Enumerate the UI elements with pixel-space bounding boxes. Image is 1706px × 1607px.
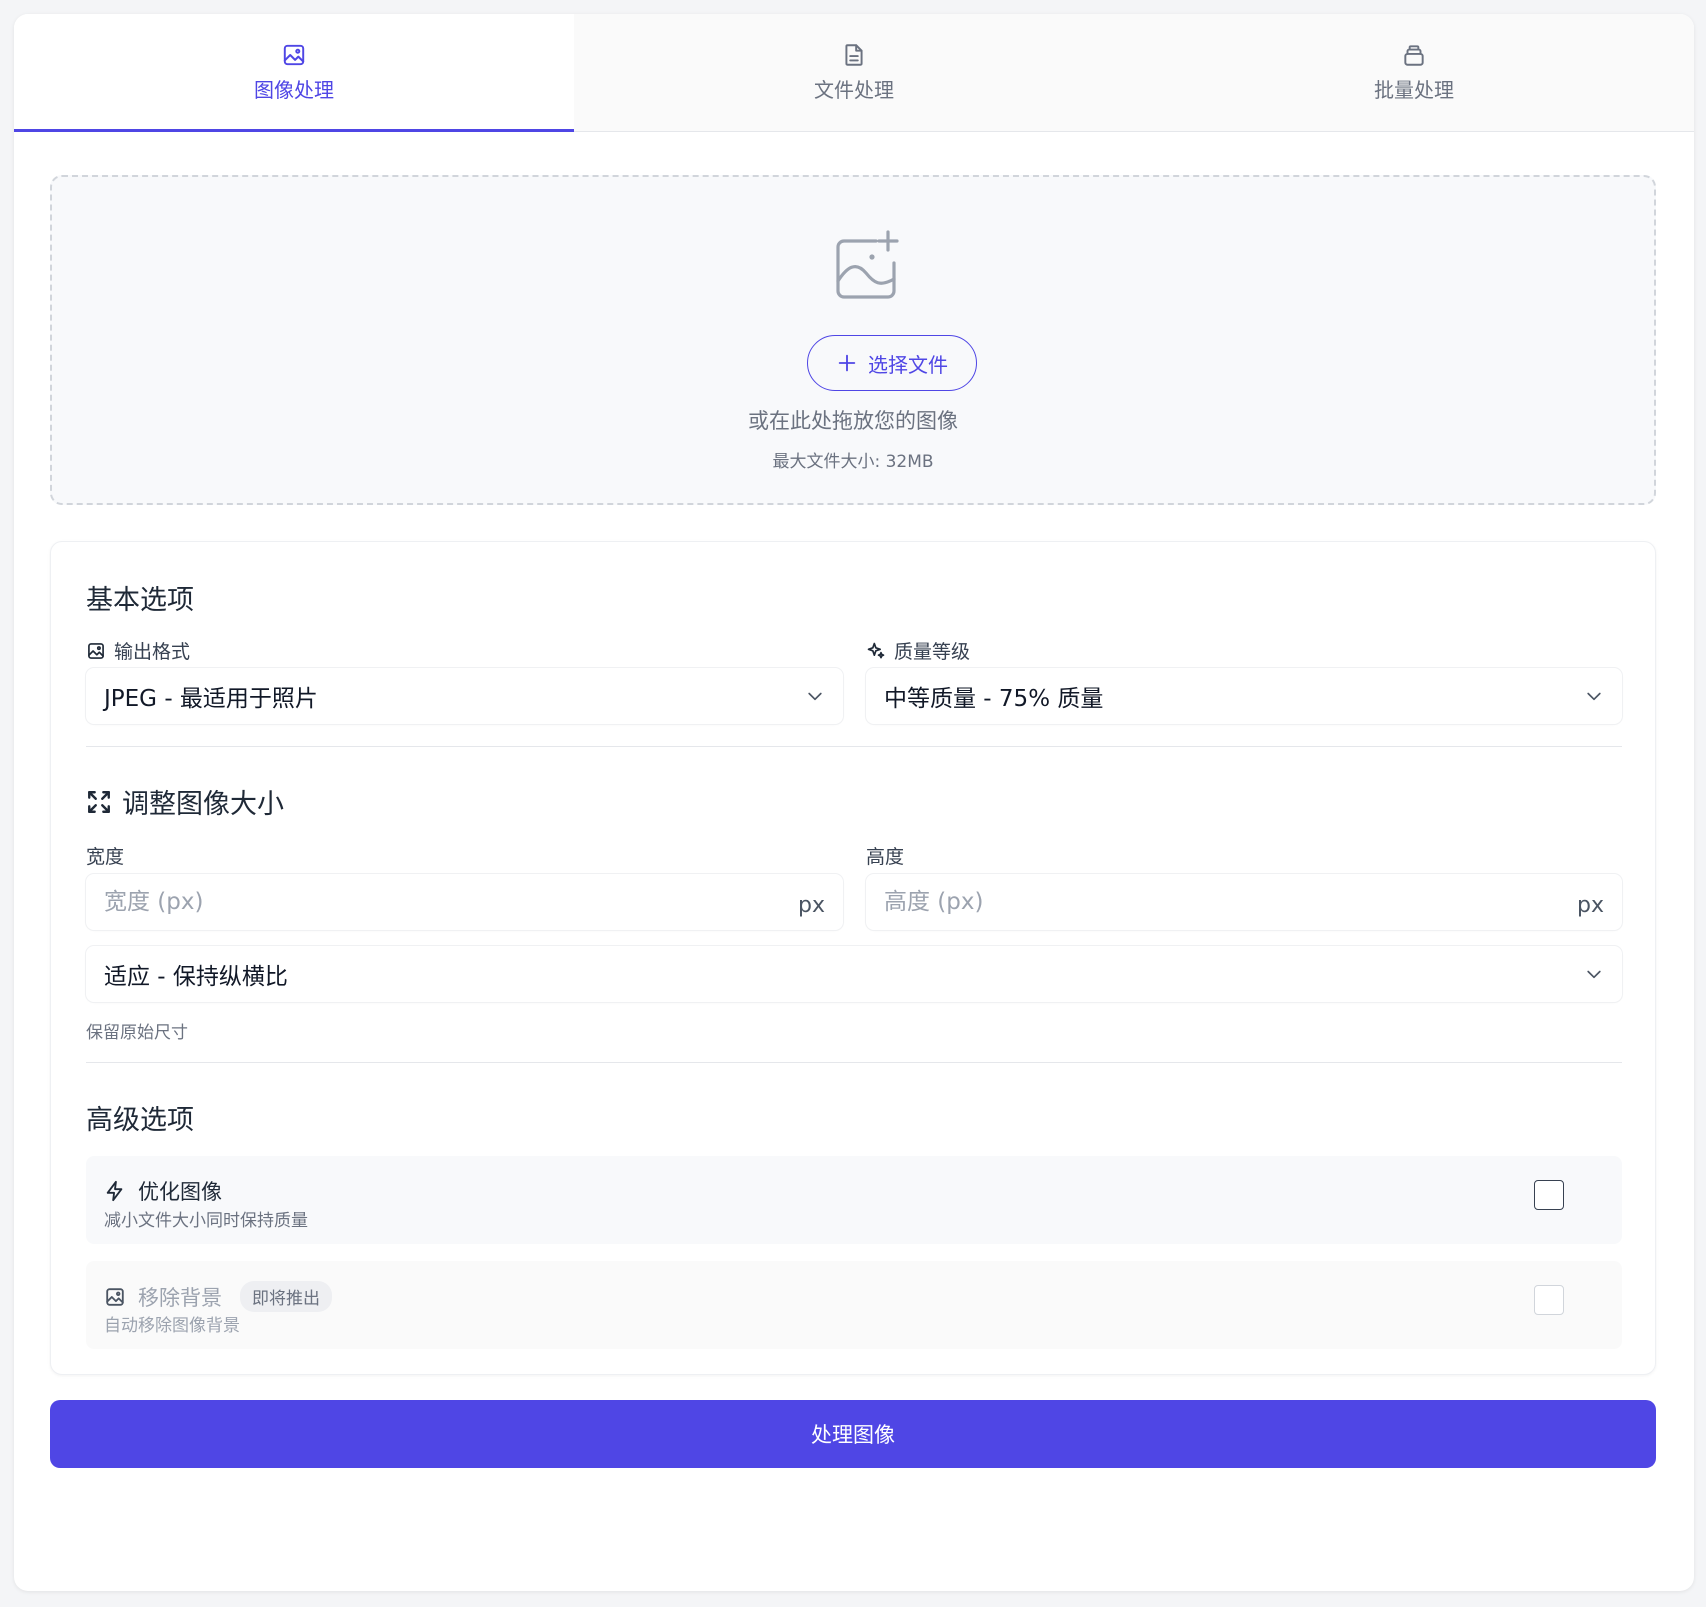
resize-title-text: 调整图像大小 (122, 789, 284, 820)
width-field[interactable]: px (86, 874, 843, 930)
divider (86, 746, 1622, 747)
quality-level-label: 质量等级 (866, 637, 970, 664)
tab-label: 批量处理 (1374, 78, 1454, 102)
option-title: 优化图像 (104, 1176, 222, 1206)
image-icon (88, 642, 104, 659)
resize-title: 调整图像大小 (86, 782, 284, 821)
drop-hint: 或在此处拖放您的图像 (748, 409, 958, 433)
height-label: 高度 (866, 846, 905, 868)
plus-icon (838, 354, 856, 372)
basic-options-title: 基本选项 (86, 585, 194, 616)
width-label: 宽度 (86, 846, 125, 868)
option-title: 移除背景 即将推出 (104, 1281, 332, 1312)
stack-icon (1404, 45, 1424, 66)
height-unit: px (1577, 892, 1604, 918)
height-input[interactable] (884, 889, 1578, 915)
lightning-icon (106, 1180, 123, 1202)
quality-level-value: 中等质量 - 75% 质量 (884, 686, 1104, 712)
resize-hint: 保留原始尺寸 (86, 1023, 188, 1043)
choose-file-button[interactable]: 选择文件 (807, 335, 977, 391)
tab-bar: 图像处理 文件处理 批量处理 (14, 14, 1694, 132)
process-image-button[interactable]: 处理图像 (50, 1400, 1656, 1468)
output-format-label: 输出格式 (86, 637, 190, 664)
coming-soon-badge: 即将推出 (240, 1281, 332, 1312)
max-file-size: 最大文件大小: 32MB (772, 452, 934, 472)
options-panel: 基本选项 输出格式 JPEG - 最适用于照片 质量等级 中等质量 - 75% … (50, 541, 1656, 1375)
sparkle-icon (867, 642, 885, 658)
option-description: 减小文件大小同时保持质量 (104, 1211, 308, 1231)
option-optimize-image: 优化图像 减小文件大小同时保持质量 (86, 1156, 1622, 1244)
main-card: 图像处理 文件处理 批量处理 选择文件 或在此处拖放您的图像 最大文件大小: 3… (14, 14, 1694, 1591)
file-dropzone[interactable]: 选择文件 或在此处拖放您的图像 最大文件大小: 32MB (50, 175, 1656, 505)
tab-file-processing[interactable]: 文件处理 (574, 14, 1134, 131)
option-description: 自动移除图像背景 (104, 1316, 240, 1336)
expand-icon (88, 790, 110, 813)
tab-label: 文件处理 (814, 78, 894, 102)
quality-level-label-text: 质量等级 (894, 641, 971, 663)
chevron-down-icon (1587, 692, 1601, 701)
width-unit: px (798, 892, 825, 918)
resize-fit-select[interactable]: 适应 - 保持纵横比 (86, 946, 1622, 1002)
width-input[interactable] (104, 889, 799, 915)
tab-label: 图像处理 (254, 78, 334, 102)
remove-background-checkbox (1534, 1285, 1564, 1315)
height-field[interactable]: px (866, 874, 1622, 930)
quality-level-select[interactable]: 中等质量 - 75% 质量 (866, 668, 1622, 724)
advanced-options-title: 高级选项 (86, 1105, 194, 1136)
choose-file-label: 选择文件 (868, 352, 948, 377)
chevron-down-icon (808, 692, 822, 701)
image-icon (106, 1287, 124, 1306)
output-format-value: JPEG - 最适用于照片 (104, 686, 318, 712)
chevron-down-icon (1587, 970, 1601, 979)
file-icon (845, 44, 863, 66)
output-format-select[interactable]: JPEG - 最适用于照片 (86, 668, 843, 724)
option-title-text: 移除背景 (138, 1285, 222, 1310)
image-add-icon (836, 230, 899, 299)
image-icon (283, 44, 305, 66)
resize-fit-value: 适应 - 保持纵横比 (104, 964, 288, 990)
option-title-text: 优化图像 (138, 1180, 222, 1204)
output-format-label-text: 输出格式 (114, 641, 191, 663)
option-remove-background: 移除背景 即将推出 自动移除图像背景 (86, 1261, 1622, 1349)
optimize-image-checkbox[interactable] (1534, 1180, 1564, 1210)
tab-batch-processing[interactable]: 批量处理 (1134, 14, 1694, 131)
divider (86, 1062, 1622, 1063)
tab-image-processing[interactable]: 图像处理 (14, 14, 574, 132)
